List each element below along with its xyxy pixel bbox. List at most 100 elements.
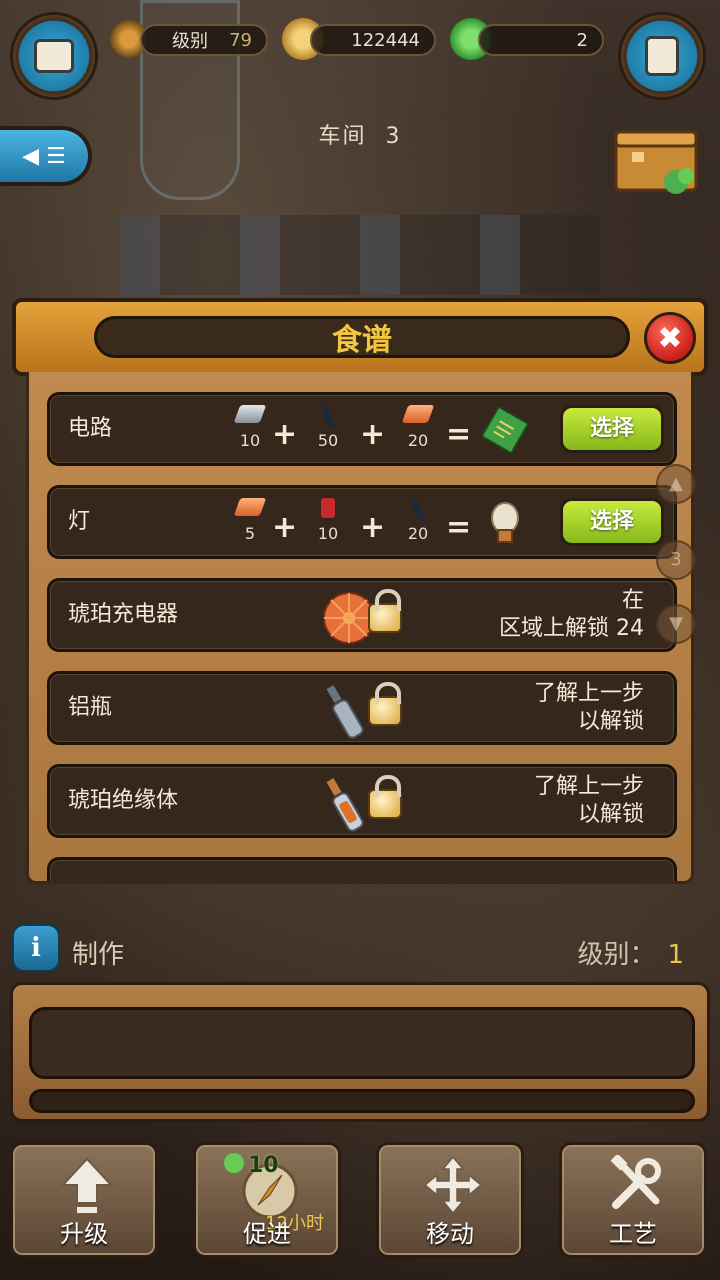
select-button-circuit[interactable]: 选择 — [560, 405, 664, 453]
scroll-down-icon[interactable]: ▼ — [656, 604, 696, 644]
level-value: 79 — [229, 29, 252, 51]
craft-level-label: 级别： — [577, 940, 656, 970]
info-button[interactable]: i — [12, 924, 60, 972]
ingredient-rod: 50 — [308, 404, 348, 450]
recipe-row-circuit: 电路 10 + 50 + 20 = 选择 — [47, 392, 677, 466]
craft-slot[interactable] — [29, 1007, 695, 1079]
spool-icon — [321, 498, 335, 518]
craft-button-label: 工艺 — [609, 1220, 657, 1248]
recipe-row-partial — [47, 857, 677, 881]
recipe-row-amber-insulator: 琥珀绝缘体 了解上一步 以解锁 — [47, 764, 677, 838]
recipe-name: 铝瓶 — [68, 695, 113, 720]
rod-icon — [320, 404, 336, 430]
craft-level-value: 1 — [667, 940, 684, 970]
coins-value: 122444 — [351, 29, 420, 51]
light-bulb-icon — [491, 502, 519, 543]
recipes-title: 食谱 — [94, 316, 630, 358]
copper-ingot-icon — [401, 405, 435, 423]
workshop-number: 3 — [385, 124, 402, 149]
craft-button[interactable]: 工艺 — [559, 1142, 707, 1258]
plus-icon: + — [360, 417, 386, 452]
level-label: 级别 — [172, 31, 208, 52]
unlock-line-2: 以解锁 — [577, 709, 644, 734]
equals-icon: = — [446, 510, 472, 545]
plus-icon: + — [272, 510, 298, 545]
ingredient-rod: 20 — [398, 497, 438, 543]
recipe-row-aluminum-bottle: 铝瓶 了解上一步 以解锁 — [47, 671, 677, 745]
chest-icon[interactable] — [612, 126, 702, 196]
ingredient-qty: 50 — [317, 431, 339, 450]
lock-icon — [368, 682, 402, 726]
gems-display: 2 — [478, 24, 604, 56]
recipes-list[interactable]: 电路 10 + 50 + 20 = 选择 灯 5 + 10 + 20 = 选择 … — [26, 372, 694, 884]
ingredient-qty: 10 — [317, 524, 339, 543]
recipe-name: 灯 — [68, 509, 91, 534]
select-button-lamp[interactable]: 选择 — [560, 498, 664, 546]
boost-cost: 10 — [248, 1153, 279, 1178]
craft-label: 制作 — [72, 940, 125, 970]
ingredient-spool: 10 — [308, 498, 348, 543]
clipboard-icon — [645, 36, 679, 76]
recipe-name: 琥珀充电器 — [68, 602, 179, 627]
unlock-line-2: 以解锁 — [577, 802, 644, 827]
ingredient-qty: 20 — [407, 524, 429, 543]
plus-icon: + — [272, 417, 298, 452]
recipe-row-lamp: 灯 5 + 10 + 20 = 选择 — [47, 485, 677, 559]
ingredient-qty: 20 — [407, 431, 429, 450]
move-arrows-icon — [423, 1155, 483, 1215]
info-icon: i — [31, 933, 41, 963]
unlock-line-1: 在 — [621, 588, 644, 613]
locked-item — [322, 680, 412, 740]
unlock-line-2: 区域上解锁 24 — [499, 616, 644, 641]
move-button[interactable]: 移动 — [376, 1142, 524, 1258]
unlock-requirement: 在 区域上解锁 24 — [499, 587, 644, 643]
ingredient-iron: 10 — [230, 405, 270, 450]
up-arrow-icon — [60, 1157, 114, 1213]
recipe-row-amber-charger: 琥珀充电器 在 区域上解锁 24 — [47, 578, 677, 652]
aluminum-bottle-icon — [326, 685, 364, 739]
close-button[interactable]: ✖ — [644, 312, 696, 364]
unlock-line-1: 了解上一步 — [533, 774, 644, 799]
lock-icon — [368, 589, 402, 633]
craft-panel — [10, 982, 710, 1122]
lock-icon — [368, 775, 402, 819]
ingredient-copper: 5 — [230, 498, 270, 543]
locked-item — [322, 587, 412, 647]
recipe-name: 电路 — [68, 416, 113, 441]
ingredient-qty: 10 — [239, 431, 261, 450]
unlock-requirement: 了解上一步 以解锁 — [534, 773, 644, 829]
close-icon: ✖ — [657, 320, 683, 356]
inventory-button[interactable] — [10, 12, 98, 100]
craft-level: 级别： 1 — [577, 934, 684, 971]
ingredient-qty: 5 — [244, 524, 256, 543]
boost-button[interactable]: 10 12小时 促进 — [193, 1142, 341, 1258]
ingredient-copper: 20 — [398, 405, 438, 450]
rod-icon — [410, 497, 426, 523]
plus-icon: + — [360, 510, 386, 545]
locked-item — [322, 773, 412, 833]
unlock-line-1: 了解上一步 — [533, 681, 644, 706]
toolbox-icon — [34, 39, 74, 73]
tasks-button[interactable] — [618, 12, 706, 100]
amber-insulator-icon — [326, 778, 364, 832]
coins-display: 122444 — [310, 24, 436, 56]
unlock-requirement: 了解上一步 以解锁 — [534, 680, 644, 736]
move-label: 移动 — [426, 1220, 474, 1248]
equals-icon: = — [446, 417, 472, 452]
upgrade-label: 升级 — [60, 1220, 108, 1248]
workshop-label: 车间 — [318, 124, 367, 149]
copper-ingot-icon — [233, 498, 267, 516]
gems-value: 2 — [576, 29, 588, 51]
scroll-up-icon[interactable]: ▲ — [656, 464, 696, 504]
background-machinery — [120, 215, 600, 295]
upgrade-button[interactable]: 升级 — [10, 1142, 158, 1258]
recipes-header: 食谱 ✖ — [12, 298, 708, 376]
page-number: 3 — [670, 549, 682, 570]
tools-icon — [610, 1155, 661, 1209]
level-display: 级别 79 — [140, 24, 268, 56]
iron-ingot-icon — [233, 405, 267, 423]
craft-progress-bar — [29, 1089, 695, 1113]
gem-cost-icon — [224, 1153, 244, 1173]
page-indicator: 3 — [656, 540, 696, 580]
recipe-name: 琥珀绝缘体 — [68, 788, 179, 813]
